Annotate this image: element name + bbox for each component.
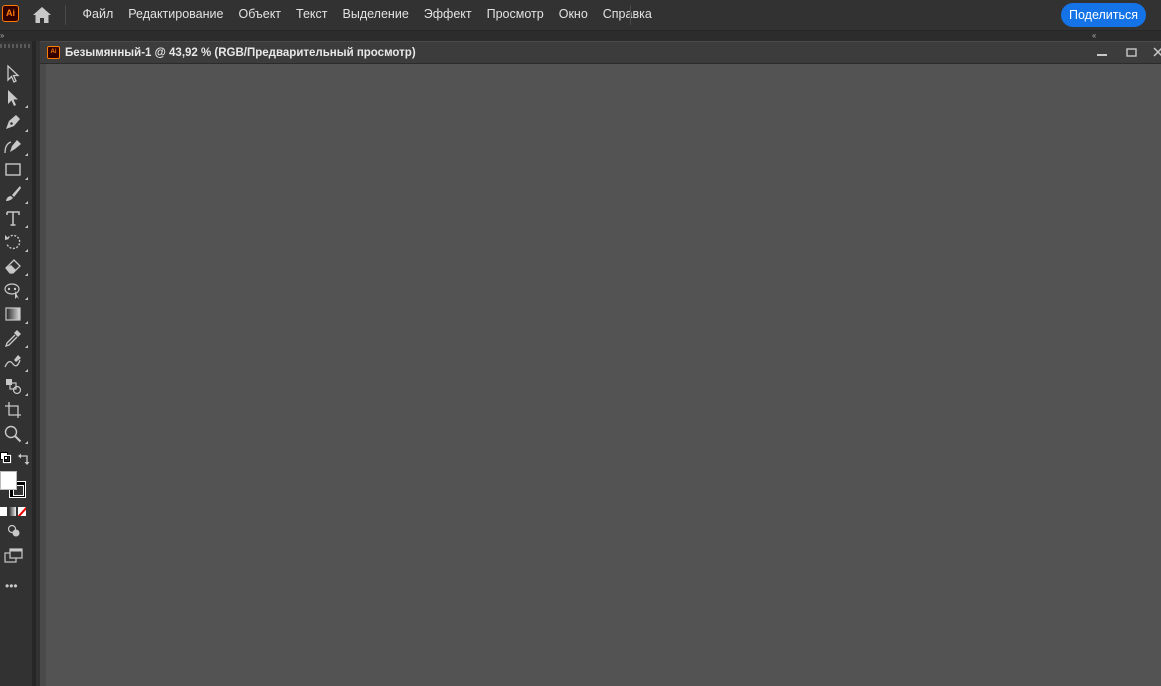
menu-object[interactable]: Объект	[231, 0, 289, 30]
blend-tool[interactable]	[3, 352, 28, 372]
rotate-icon	[5, 234, 21, 250]
blend-icon	[4, 355, 21, 368]
curvature-pen-icon	[4, 140, 21, 154]
eyedropper-tool[interactable]	[3, 328, 28, 348]
eraser-icon	[5, 259, 21, 274]
menu-file[interactable]: Файл	[75, 0, 121, 30]
zoom-icon	[4, 425, 22, 443]
swap-colors-icon[interactable]	[17, 452, 31, 466]
type-icon	[6, 211, 20, 226]
eyedropper-icon	[4, 330, 21, 348]
toolbar-divider	[32, 41, 36, 686]
pen-tool[interactable]	[3, 112, 28, 132]
rectangle-tool[interactable]	[3, 160, 28, 180]
color-mode-buttons	[0, 507, 27, 517]
pen-icon	[6, 115, 20, 129]
paintbrush-icon	[6, 186, 21, 201]
puppet-warp-tool[interactable]	[3, 280, 28, 300]
direct-selection-tool[interactable]	[3, 88, 28, 108]
close-button[interactable]	[1149, 46, 1161, 60]
home-icon	[33, 7, 51, 23]
menu-effect[interactable]: Эффект	[416, 0, 479, 30]
toolbar-grip[interactable]	[0, 44, 32, 48]
document-title: Безымянный-1 @ 43,92 % (RGB/Предваритель…	[65, 47, 416, 59]
paintbrush-tool[interactable]	[3, 184, 28, 204]
menu-select[interactable]: Выделение	[335, 0, 416, 30]
artboard-icon	[5, 402, 21, 418]
eraser-tool[interactable]	[3, 256, 28, 276]
main-menu: Файл Редактирование Объект Текст Выделен…	[75, 0, 659, 30]
more-tools-button[interactable]: •••	[5, 579, 18, 593]
menu-type[interactable]: Текст	[289, 0, 335, 30]
screen-mode-icon[interactable]	[4, 548, 24, 564]
rotate-tool[interactable]	[3, 232, 28, 252]
app-logo: Ai	[2, 5, 19, 22]
symbol-sprayer-icon	[6, 379, 22, 395]
menu-window[interactable]: Окно	[551, 0, 595, 30]
selection-tool[interactable]	[3, 64, 25, 84]
document-tab[interactable]: Ai Безымянный-1 @ 43,92 % (RGB/Предварит…	[40, 41, 1161, 64]
color-button[interactable]	[0, 507, 7, 516]
restore-icon	[1126, 48, 1137, 57]
menu-view[interactable]: Просмотр	[479, 0, 551, 30]
menu-bar: Ai Файл Редактирование Объект Текст Выде…	[0, 0, 1161, 31]
minimize-button[interactable]	[1093, 46, 1111, 60]
fill-stroke-widget	[0, 471, 27, 501]
menu-edit[interactable]: Редактирование	[121, 0, 231, 30]
document-ai-icon: Ai	[47, 46, 60, 59]
menu-separator	[65, 5, 66, 25]
menu-separator	[630, 5, 631, 25]
symbol-sprayer-tool[interactable]	[3, 376, 28, 396]
restore-button[interactable]	[1122, 46, 1140, 60]
close-icon	[1153, 47, 1161, 57]
gradient-tool[interactable]	[3, 304, 28, 324]
rectangle-icon	[5, 163, 21, 176]
none-button[interactable]	[18, 507, 26, 516]
artboard-tool[interactable]	[3, 400, 25, 420]
direct-selection-arrow-icon	[8, 90, 18, 106]
curvature-tool[interactable]	[3, 136, 28, 156]
drawing-mode-icon[interactable]	[7, 524, 21, 538]
default-colors-icon[interactable]	[0, 452, 12, 464]
toolbar-collapse-toggle[interactable]: ››	[0, 31, 4, 40]
zoom-tool[interactable]	[3, 424, 28, 444]
minimize-icon	[1097, 54, 1107, 56]
gradient-button[interactable]	[9, 507, 16, 516]
menu-help[interactable]: Справка	[595, 0, 659, 30]
panels-collapse-toggle[interactable]: ‹‹	[1092, 31, 1096, 40]
fill-swatch[interactable]	[0, 471, 17, 490]
canvas-area[interactable]	[46, 64, 1161, 686]
home-button[interactable]	[31, 5, 53, 25]
gradient-icon	[5, 307, 21, 321]
document-window: Ai Безымянный-1 @ 43,92 % (RGB/Предварит…	[40, 41, 1161, 686]
type-tool[interactable]	[3, 208, 28, 228]
panel-strip	[0, 31, 1161, 41]
share-button[interactable]: Поделиться	[1061, 3, 1146, 27]
puppet-warp-icon	[4, 283, 20, 299]
selection-arrow-icon	[7, 64, 20, 83]
